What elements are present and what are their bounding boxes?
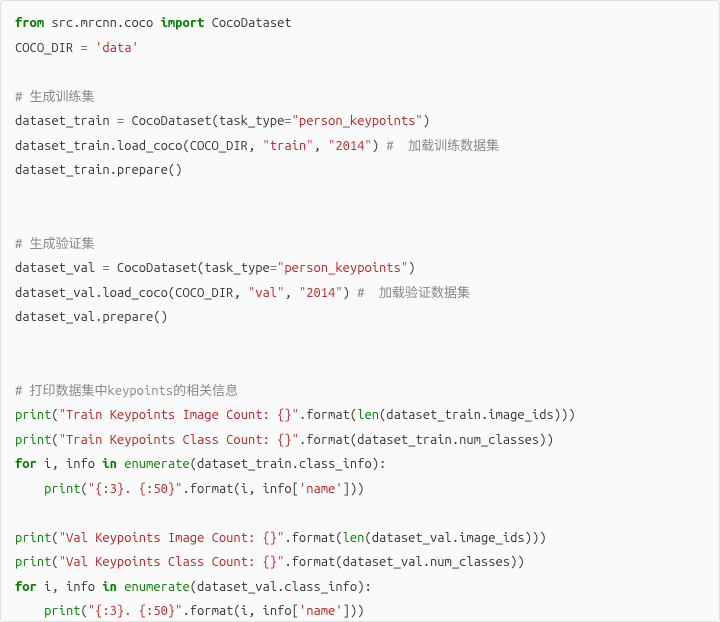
code-line: # 打印数据集中keypoints的相关信息 bbox=[15, 379, 705, 404]
code-line: for i, info in enumerate(dataset_train.c… bbox=[15, 452, 705, 477]
code-line bbox=[15, 354, 705, 379]
code-line: dataset_val.load_coco(COCO_DIR, "val", "… bbox=[15, 281, 705, 306]
code-line: COCO_DIR = 'data' bbox=[15, 36, 705, 61]
code-line: dataset_train = CocoDataset(task_type="p… bbox=[15, 109, 705, 134]
code-line: dataset_train.prepare() bbox=[15, 158, 705, 183]
code-line: # 生成验证集 bbox=[15, 232, 705, 257]
code-line: print("Val Keypoints Image Count: {}".fo… bbox=[15, 526, 705, 551]
code-line: # 生成训练集 bbox=[15, 85, 705, 110]
code-line: print("Train Keypoints Class Count: {}".… bbox=[15, 428, 705, 453]
code-line bbox=[15, 207, 705, 232]
code-line: dataset_val = CocoDataset(task_type="per… bbox=[15, 256, 705, 281]
code-block: from src.mrcnn.coco import CocoDatasetCO… bbox=[0, 0, 720, 622]
code-line bbox=[15, 183, 705, 208]
code-line bbox=[15, 501, 705, 526]
code-line: print("{:3}. {:50}".format(i, info['name… bbox=[15, 599, 705, 622]
code-line: dataset_val.prepare() bbox=[15, 305, 705, 330]
code-line bbox=[15, 330, 705, 355]
code-line: print("{:3}. {:50}".format(i, info['name… bbox=[15, 477, 705, 502]
code-line bbox=[15, 60, 705, 85]
code-line: from src.mrcnn.coco import CocoDataset bbox=[15, 11, 705, 36]
code-line: for i, info in enumerate(dataset_val.cla… bbox=[15, 575, 705, 600]
code-line: dataset_train.load_coco(COCO_DIR, "train… bbox=[15, 134, 705, 159]
code-line: print("Val Keypoints Class Count: {}".fo… bbox=[15, 550, 705, 575]
code-line: print("Train Keypoints Image Count: {}".… bbox=[15, 403, 705, 428]
